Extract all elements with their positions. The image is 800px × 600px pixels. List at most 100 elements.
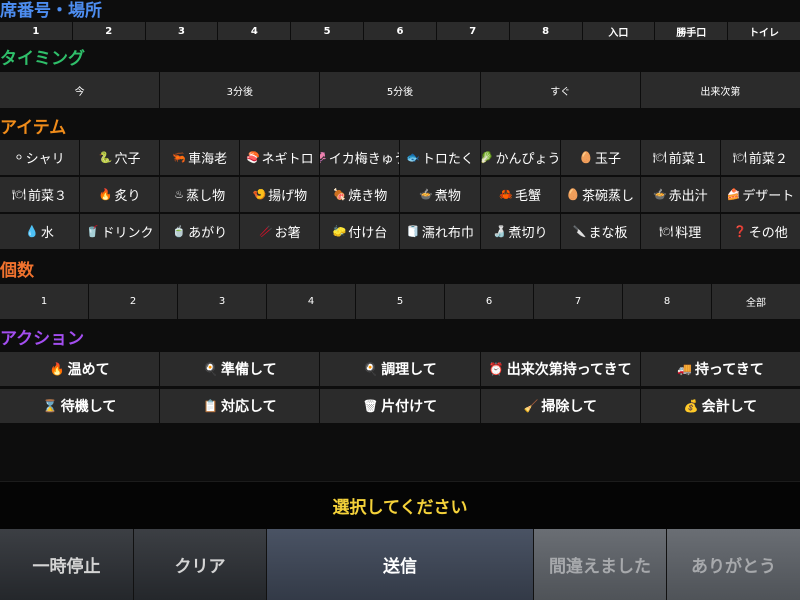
item-button-icon: 🥬 <box>480 151 494 164</box>
timing-button[interactable]: 出来次第 <box>640 72 800 108</box>
action-button-icon: ⌛ <box>42 399 58 413</box>
item-button-icon: 🔪 <box>572 225 587 238</box>
item-button-label: 茶碗蒸し <box>582 189 635 204</box>
action-button[interactable]: 🍳 準備して <box>160 352 321 386</box>
item-row-2: 🍽 前菜３ 🔥 炙り ♨ 蒸し物 🍤 揚げ物 🍖 焼き物 🍲 煮物 🦀 毛蟹 🥚 茶碗蒸し 🍲 赤出汁 🍰 デザート <box>0 177 800 212</box>
bottom-button-bar: 一時停止 クリア 送信 間違えました ありがとう <box>0 529 800 600</box>
item-button[interactable]: 🦐 車海老 <box>160 140 241 175</box>
item-button-icon: 🍽 <box>732 151 747 164</box>
seat-button[interactable]: 5 <box>291 22 365 40</box>
item-button-icon: 🦑 <box>320 151 326 164</box>
item-button-label: 前菜２ <box>748 152 788 167</box>
count-button[interactable]: 5 <box>356 284 445 319</box>
seat-button[interactable]: 勝手口 <box>655 22 729 40</box>
item-button[interactable]: 🥢 お箸 <box>240 214 321 249</box>
item-button[interactable]: 🍲 煮物 <box>400 177 481 212</box>
item-button-label: トロたく <box>421 152 474 167</box>
item-button[interactable]: 🍤 揚げ物 <box>240 177 321 212</box>
seat-button[interactable]: 6 <box>364 22 437 40</box>
item-button[interactable]: 🥚 玉子 <box>560 140 641 175</box>
item-button[interactable]: 🔥 炙り <box>80 177 161 212</box>
action-button[interactable]: 🔥 温めて <box>0 352 161 386</box>
timing-button[interactable]: 今 <box>0 72 161 108</box>
action-button-label: 準備して <box>220 362 277 378</box>
item-button-label: その他 <box>748 226 788 241</box>
item-button-icon: 🐍 <box>98 151 113 164</box>
item-button[interactable]: 🍶 煮切り <box>480 214 561 249</box>
item-button[interactable]: 🍽 前菜３ <box>0 177 81 212</box>
count-button[interactable]: 8 <box>623 284 712 319</box>
section-title-timing: タイミング <box>0 49 85 69</box>
count-button[interactable]: 3 <box>178 284 267 319</box>
item-button-icon: 🥢 <box>258 225 273 238</box>
item-button-icon: 🍽 <box>659 225 674 238</box>
seat-button[interactable]: 入口 <box>582 22 656 40</box>
item-button[interactable]: 🥤 ドリンク <box>80 214 161 249</box>
item-button[interactable]: 🍽 前菜１ <box>640 140 721 175</box>
status-message: 選択してください <box>0 481 800 529</box>
timing-button[interactable]: 3分後 <box>160 72 321 108</box>
action-button[interactable]: 🧹 掃除して <box>480 389 641 423</box>
thanks-button[interactable]: ありがとう <box>667 529 800 600</box>
item-button[interactable]: 🍖 焼き物 <box>320 177 401 212</box>
item-button-label: 濡れ布巾 <box>421 226 474 241</box>
item-button-icon: 🍲 <box>419 188 433 201</box>
item-button[interactable]: 🍵 あがり <box>160 214 241 249</box>
item-button[interactable]: 🔪 まな板 <box>560 214 641 249</box>
action-button[interactable]: 🚚 持ってきて <box>640 352 800 386</box>
mistake-button[interactable]: 間違えました <box>534 529 667 600</box>
seat-button[interactable]: 4 <box>218 22 292 40</box>
item-button[interactable]: 🧽 付け台 <box>320 214 401 249</box>
action-button[interactable]: ⏰ 出来次第持ってきて <box>480 352 641 386</box>
count-button[interactable]: 2 <box>89 284 178 319</box>
item-button[interactable]: 🧻 濡れ布巾 <box>400 214 481 249</box>
item-button[interactable]: 🍽 前菜２ <box>720 140 800 175</box>
seat-button[interactable]: 2 <box>72 22 146 40</box>
action-button[interactable]: 🍳 調理して <box>320 352 481 386</box>
count-button[interactable]: 1 <box>0 284 89 319</box>
item-button[interactable]: 🍽 料理 <box>640 214 721 249</box>
item-button-label: 煮切り <box>508 226 548 241</box>
item-button[interactable]: ❓ その他 <box>720 214 800 249</box>
item-button-label: あがり <box>188 226 228 241</box>
count-button[interactable]: 6 <box>445 284 534 319</box>
count-button[interactable]: 4 <box>267 284 356 319</box>
pause-button[interactable]: 一時停止 <box>0 529 134 600</box>
item-button[interactable]: ♨ 蒸し物 <box>160 177 241 212</box>
action-button[interactable]: 📋 対応して <box>160 389 321 423</box>
section-title-action: アクション <box>0 329 85 349</box>
clear-button[interactable]: クリア <box>134 529 267 600</box>
action-button[interactable]: ⌛ 待機して <box>0 389 161 423</box>
item-row-3: 💧 水 🥤 ドリンク 🍵 あがり 🥢 お箸 🧽 付け台 🧻 濡れ布巾 🍶 煮切り 🔪 まな板 🍽 料理 ❓ その他 <box>0 214 800 249</box>
item-button-icon: 🥤 <box>85 225 100 238</box>
item-button[interactable]: 🐟 トロたく <box>400 140 481 175</box>
action-button-icon: 🍳 <box>363 362 379 376</box>
action-button[interactable]: 💰 会計して <box>640 389 800 423</box>
count-button[interactable]: 全部 <box>712 284 800 319</box>
timing-button[interactable]: すぐ <box>480 72 641 108</box>
seat-button[interactable]: 3 <box>145 22 219 40</box>
item-button[interactable]: 💧 水 <box>0 214 81 249</box>
item-button-label: 揚げ物 <box>268 189 308 204</box>
item-button[interactable]: 🍲 赤出汁 <box>640 177 721 212</box>
action-button[interactable]: 🗑 片付けて <box>320 389 481 423</box>
item-button[interactable]: 🥚 茶碗蒸し <box>560 177 641 212</box>
item-button[interactable]: 🍰 デザート <box>720 177 800 212</box>
seat-button[interactable]: トイレ <box>728 22 800 40</box>
item-button[interactable]: 🥬 かんぴょう <box>480 140 561 175</box>
send-button[interactable]: 送信 <box>267 529 534 600</box>
timing-button[interactable]: 5分後 <box>320 72 481 108</box>
item-button[interactable]: 🦀 毛蟹 <box>480 177 561 212</box>
action-button-icon: 💰 <box>683 399 699 413</box>
seat-button[interactable]: 7 <box>436 22 510 40</box>
item-button-label: 料理 <box>675 226 702 241</box>
seat-button[interactable]: 8 <box>509 22 583 40</box>
seat-row: 1 2 3 4 5 6 7 8 入口 勝手口 トイレ <box>0 22 800 40</box>
item-button[interactable]: ⚪ シャリ <box>0 140 81 175</box>
seat-button[interactable]: 1 <box>0 22 73 40</box>
item-button[interactable]: 🍣 ネギトロ <box>240 140 321 175</box>
item-button[interactable]: 🦑イカ梅きゅう <box>320 140 401 175</box>
count-button[interactable]: 7 <box>534 284 623 319</box>
item-button[interactable]: 🐍 穴子 <box>80 140 161 175</box>
action-button-icon: 📋 <box>203 399 218 413</box>
